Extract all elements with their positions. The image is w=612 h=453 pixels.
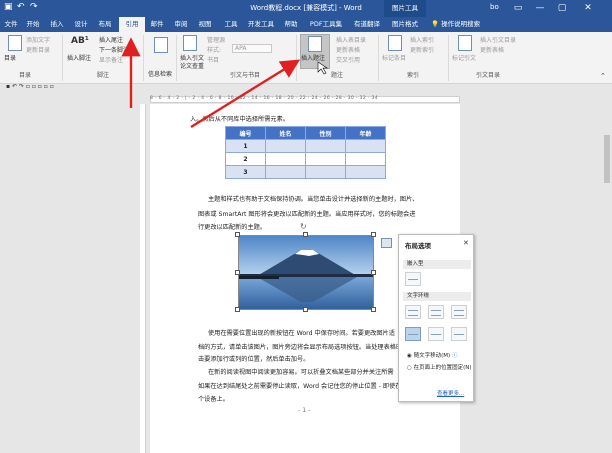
annotation-arrows (121, 37, 328, 129)
mouse-cursor-icon (317, 61, 328, 75)
red-arrow-to-insert-caption (190, 59, 301, 129)
